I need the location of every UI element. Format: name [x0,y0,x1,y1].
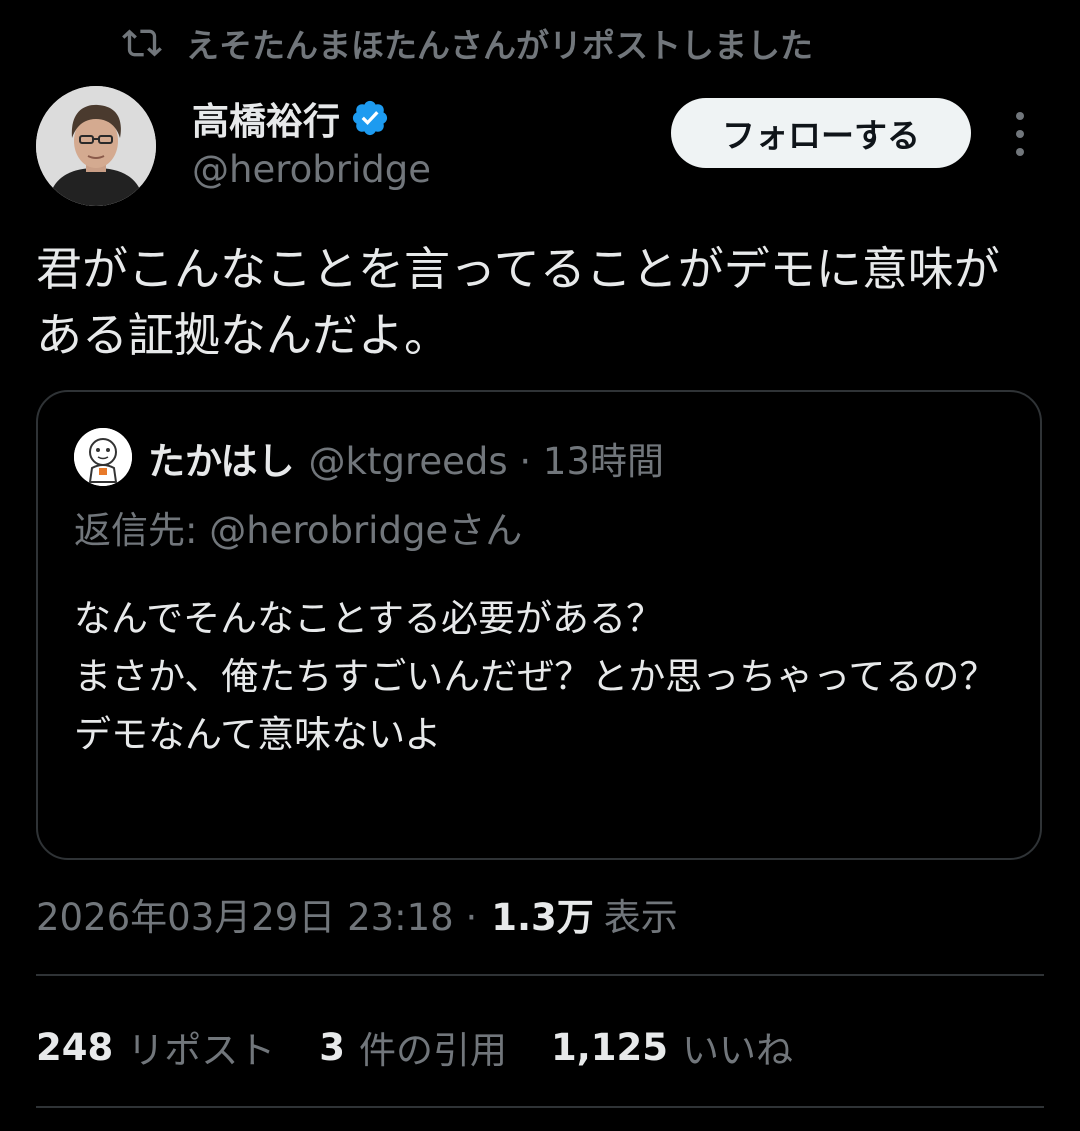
quote-text-line: なんでそんなことする必要がある？ [74,597,664,640]
quote-author-handle-time: @ktgreeds · 13時間 [308,440,665,483]
quote-text: なんでそんなことする必要がある？ まさか、俺たちすごいんだぜ？とか思っちゃってる… [74,590,1014,764]
quote-author-name[interactable]: たかはし [148,431,295,485]
stat-count: 1,125 [550,1025,669,1069]
engagement-stats: 248 リポスト 3 件の引用 1,125 いいね [36,1018,837,1076]
more-dot [1016,112,1024,120]
stat-label: 件の引用 [358,1029,507,1072]
stat-quotes[interactable]: 3 件の引用 [319,1020,507,1074]
stat-reposts[interactable]: 248 リポスト [36,1020,275,1074]
more-dot [1016,130,1024,138]
stat-label: リポスト [127,1029,276,1072]
divider [36,1106,1044,1108]
more-vertical-icon[interactable] [1006,112,1034,156]
author-name: 高橋裕行 [192,100,340,143]
stat-count: 3 [319,1025,345,1069]
repost-icon [122,29,162,57]
stat-likes[interactable]: 1,125 いいね [551,1020,793,1074]
views-label: 表示 [603,896,678,939]
quote-header: たかはし @ktgreeds · 13時間 [148,430,664,486]
repost-banner-text: えそたんまほたんさんがリポストしました [186,26,813,65]
stat-count: 248 [36,1025,114,1069]
quote-reply-to: 返信先: @herobridgeさん [74,509,523,552]
tweet-timestamp[interactable]: 2026年03月29日 23:18 · [36,887,477,941]
author-avatar[interactable] [36,86,156,206]
quote-author-avatar[interactable] [74,428,132,486]
quote-avatar-image [74,428,132,486]
more-dot [1016,148,1024,156]
quote-text-line: まさか、俺たちすごいんだぜ？とか思っちゃってるの？ [74,655,997,698]
tweet-meta: 2026年03月29日 23:18 · 1.3万 表示 [36,886,678,942]
quoted-tweet-card[interactable]: たかはし @ktgreeds · 13時間 返信先: @herobridgeさん… [36,390,1042,860]
repost-banner[interactable]: えそたんまほたんさんがリポストしました [122,20,813,66]
stat-label: いいね [682,1029,794,1072]
tweet-detail-page: えそたんまほたんさんがリポストしました 高橋裕行 @herobridge フォロ… [0,0,1080,1131]
tweet-text: 君がこんなことを言ってることがデモに意味がある証拠なんだよ。 [36,242,1000,362]
quote-text-line: デモなんて意味ないよ [74,713,442,756]
verified-badge-icon [352,100,388,136]
divider [36,974,1044,976]
author-name-row[interactable]: 高橋裕行 [192,94,390,143]
author-handle[interactable]: @herobridge [192,148,431,191]
views-count: 1.3万 [491,896,594,939]
author-avatar-image [36,86,156,206]
follow-button[interactable]: フォローする [671,98,971,168]
